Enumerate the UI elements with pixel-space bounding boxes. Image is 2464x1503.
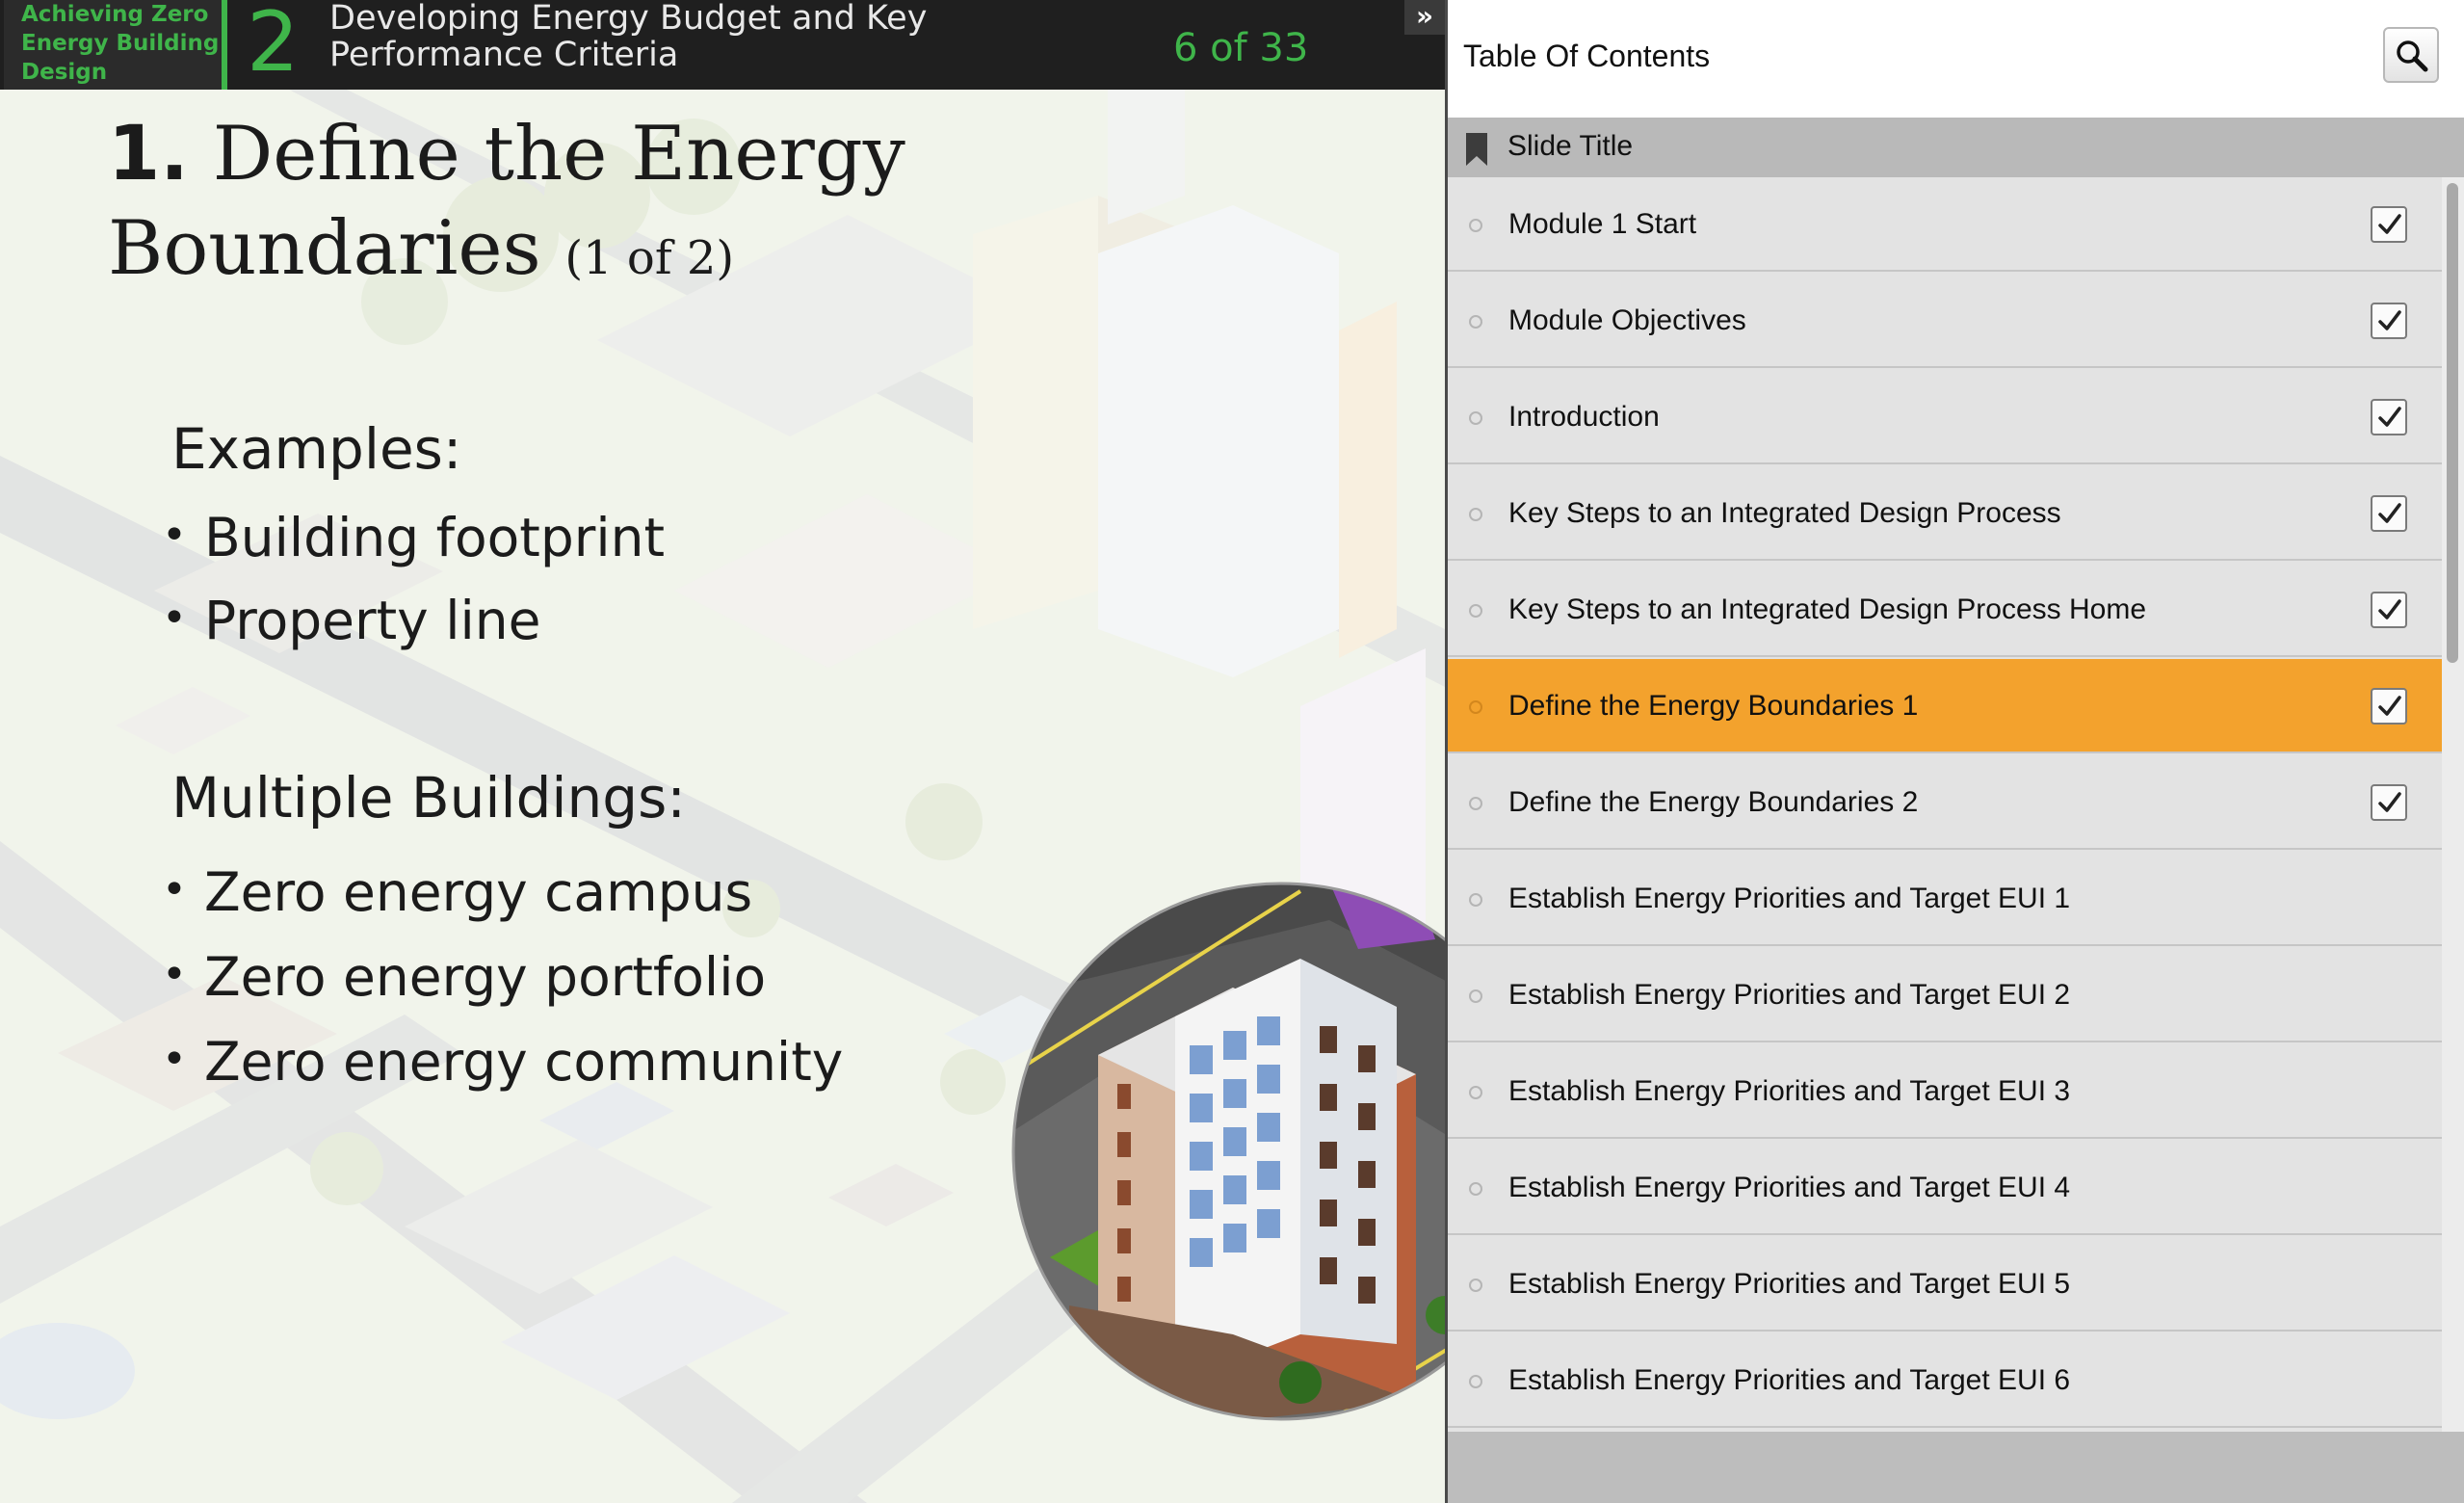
- toc-item-label: Establish Energy Priorities and Target E…: [1508, 979, 2071, 1011]
- slide-player: Achieving Zero Energy Building Design 2 …: [0, 0, 1445, 1503]
- toc-item[interactable]: Establish Energy Priorities and Target E…: [1448, 852, 2442, 946]
- toc-list: Module 1 Start Module Objectives Introduct…: [1448, 177, 2442, 1432]
- slide-title: 1. Define the Energy Boundaries (1 of 2): [108, 107, 1167, 305]
- bullet-item: Building footprint: [162, 504, 665, 569]
- toc-item[interactable]: Define the Energy Boundaries 1: [1448, 659, 2442, 753]
- toc-item[interactable]: Define the Energy Boundaries 2: [1448, 755, 2442, 850]
- double-chevron-right-icon: »: [1415, 0, 1434, 32]
- bullet-item: Property line: [162, 587, 541, 652]
- toc-item[interactable]: Module Objectives: [1448, 274, 2442, 368]
- bullet-circle-icon: [1469, 1182, 1482, 1196]
- multiple-buildings-heading: Multiple Buildings:: [171, 765, 686, 831]
- bookmark-icon: [1466, 133, 1487, 166]
- bullet-circle-icon: [1469, 315, 1482, 329]
- examples-heading: Examples:: [171, 416, 462, 482]
- toc-item[interactable]: Establish Energy Priorities and Target E…: [1448, 1333, 2442, 1428]
- bullet-circle-icon: [1469, 1375, 1482, 1388]
- column-header-label: Slide Title: [1507, 130, 1634, 162]
- building-illustration: [1011, 882, 1445, 1421]
- toc-header: Table Of Contents: [1448, 0, 2464, 118]
- toc-item[interactable]: Establish Energy Priorities and Target E…: [1448, 948, 2442, 1042]
- checkmark-icon: [2378, 407, 2401, 427]
- module-name-line: Performance Criteria: [329, 36, 679, 74]
- player-header: Achieving Zero Energy Building Design 2 …: [0, 0, 1445, 90]
- toc-item-label: Establish Energy Priorities and Target E…: [1508, 1364, 2071, 1396]
- bullet-circle-icon: [1469, 219, 1482, 232]
- slide-title-subtitle: (1 of 2): [564, 231, 735, 285]
- checkmark-icon: [2378, 214, 2401, 234]
- table-of-contents-panel: Table Of Contents Slide Title Module 1 S…: [1448, 0, 2464, 1503]
- toc-column-header: Slide Title: [1448, 118, 2464, 177]
- toc-item-label: Establish Energy Priorities and Target E…: [1508, 883, 2071, 914]
- course-title: Achieving Zero Energy Building Design: [4, 0, 222, 90]
- viewed-checkbox: [2371, 303, 2407, 339]
- toc-item[interactable]: Establish Energy Priorities and Target E…: [1448, 1141, 2442, 1235]
- scrollbar-thumb[interactable]: [2447, 183, 2458, 663]
- toc-item[interactable]: Key Steps to an Integrated Design Proces…: [1448, 563, 2442, 657]
- module-name: Developing Energy Budget and Key Perform…: [329, 0, 1042, 73]
- bullet-circle-icon: [1469, 893, 1482, 907]
- slide-title-line: Boundaries: [108, 205, 541, 292]
- slide-canvas: 1. Define the Energy Boundaries (1 of 2)…: [0, 90, 1445, 1503]
- toc-footer: [1448, 1432, 2464, 1503]
- bullet-circle-icon: [1469, 508, 1482, 521]
- viewed-checkbox: [2371, 592, 2407, 628]
- collapse-sidebar-button[interactable]: »: [1404, 0, 1445, 35]
- toc-item-label: Key Steps to an Integrated Design Proces…: [1508, 593, 2147, 625]
- toc-item-label: Key Steps to an Integrated Design Proces…: [1508, 497, 2061, 529]
- slide-title-line: Define the Energy: [212, 111, 905, 198]
- bullet-item: Zero energy portfolio: [162, 943, 766, 1009]
- viewed-checkbox: [2371, 206, 2407, 243]
- toc-item-label: Define the Energy Boundaries 1: [1508, 690, 1919, 722]
- toc-title: Table Of Contents: [1463, 39, 1711, 73]
- header-divider: [222, 0, 227, 90]
- course-title-line: Design: [21, 60, 108, 85]
- toc-item-label: Module 1 Start: [1508, 208, 1697, 240]
- checkmark-icon: [2378, 310, 2401, 330]
- toc-item-label: Establish Energy Priorities and Target E…: [1508, 1075, 2071, 1107]
- course-title-line: Energy Building: [21, 31, 220, 56]
- toc-item-label: Establish Energy Priorities and Target E…: [1508, 1172, 2071, 1203]
- toc-item-label: Module Objectives: [1508, 304, 1746, 336]
- viewed-checkbox: [2371, 399, 2407, 435]
- bullet-circle-icon: [1469, 1279, 1482, 1292]
- bullet-item: Zero energy campus: [162, 858, 752, 924]
- toc-item[interactable]: Establish Energy Priorities and Target E…: [1448, 1237, 2442, 1332]
- checkmark-icon: [2378, 503, 2401, 523]
- toc-item[interactable]: Key Steps to an Integrated Design Proces…: [1448, 466, 2442, 561]
- toc-item[interactable]: Module 1 Start: [1448, 177, 2442, 272]
- magnifier-icon: [2397, 40, 2428, 72]
- checkmark-icon: [2378, 599, 2401, 620]
- bullet-circle-icon: [1469, 411, 1482, 425]
- toc-item-label: Define the Energy Boundaries 2: [1508, 786, 1919, 818]
- toc-scrollbar[interactable]: [2442, 177, 2464, 1432]
- viewed-checkbox: [2371, 688, 2407, 725]
- bullet-circle-icon: [1469, 604, 1482, 618]
- checkmark-icon: [2378, 696, 2401, 716]
- toc-item[interactable]: Introduction: [1448, 370, 2442, 464]
- viewed-checkbox: [2371, 495, 2407, 532]
- course-title-line: Achieving Zero: [21, 2, 209, 27]
- toc-item-label: Establish Energy Priorities and Target E…: [1508, 1268, 2071, 1300]
- bullet-circle-icon: [1469, 700, 1482, 714]
- bullet-circle-icon: [1469, 797, 1482, 810]
- toc-search-button[interactable]: [2383, 27, 2439, 83]
- bullet-circle-icon: [1469, 989, 1482, 1003]
- module-name-line: Developing Energy Budget and Key: [329, 0, 928, 38]
- checkmark-icon: [2378, 792, 2401, 812]
- module-number: 2: [247, 0, 300, 91]
- toc-item[interactable]: Establish Energy Priorities and Target E…: [1448, 1044, 2442, 1139]
- slide-counter: 6 of 33: [1173, 26, 1309, 70]
- slide-title-number: 1.: [108, 111, 189, 198]
- viewed-checkbox: [2371, 784, 2407, 821]
- toc-item-label: Introduction: [1508, 401, 1660, 433]
- bullet-item: Zero energy community: [162, 1028, 843, 1094]
- bullet-circle-icon: [1469, 1086, 1482, 1099]
